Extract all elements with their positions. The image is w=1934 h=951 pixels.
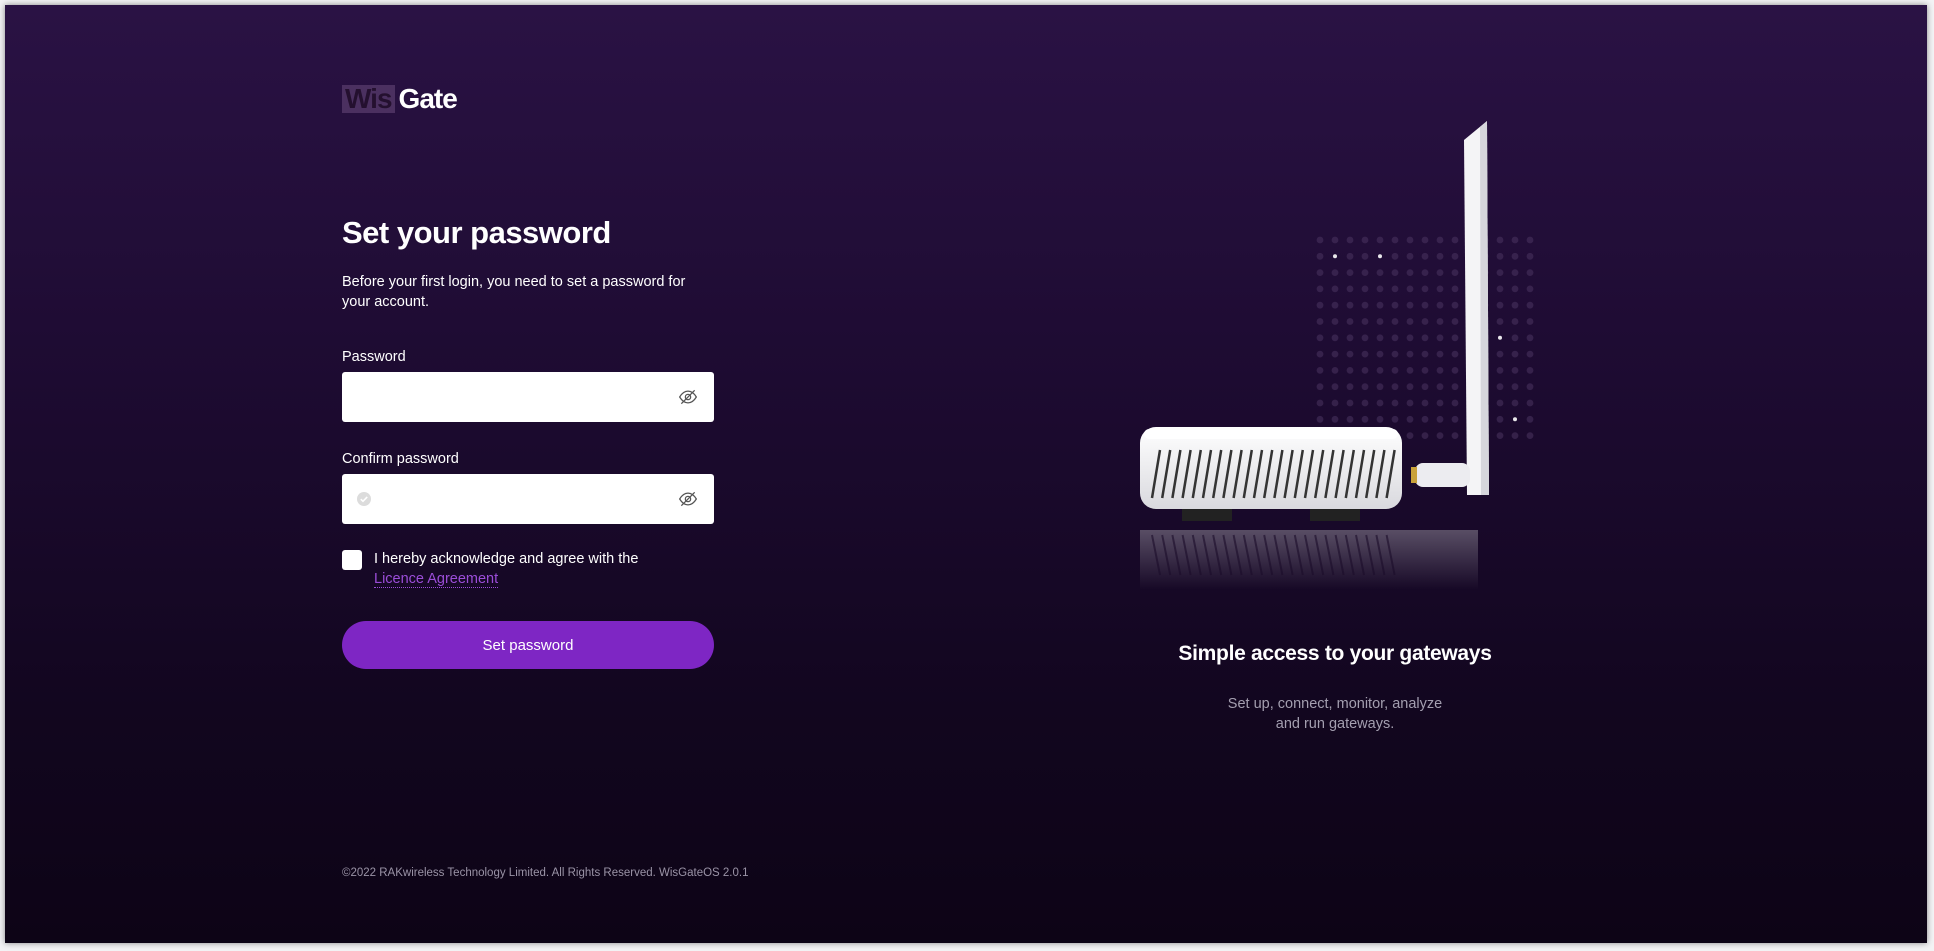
hero-subtitle-line-2: and run gateways. xyxy=(1275,716,1395,732)
gateway-illustration xyxy=(1140,121,1534,590)
hero-title: Simple access to your gateways xyxy=(1178,642,1492,665)
licence-agreement-link[interactable]: Licence Agreement xyxy=(374,571,499,588)
eye-off-icon[interactable] xyxy=(678,489,698,509)
eye-off-icon[interactable] xyxy=(678,387,698,407)
agree-checkbox[interactable] xyxy=(342,550,362,570)
agreement-text-block: I hereby acknowledge and agree with the … xyxy=(374,549,638,589)
set-password-button[interactable]: Set password xyxy=(342,621,714,669)
app-window: Wis Gate Set your password Before your f… xyxy=(5,5,1927,943)
confirm-password-field-wrapper xyxy=(342,474,714,524)
page-title: Set your password xyxy=(342,215,611,250)
password-field-wrapper xyxy=(342,372,714,422)
agreement-text: I hereby acknowledge and agree with the xyxy=(374,551,639,567)
logo-gate: Gate xyxy=(398,83,458,114)
password-label: Password xyxy=(342,349,406,365)
hero-subtitle: Set up, connect, monitor, analyze and ru… xyxy=(1035,694,1635,734)
wisgate-logo: Wis Gate xyxy=(342,83,458,114)
confirm-password-input[interactable] xyxy=(342,474,674,522)
intro-text: Before your first login, you need to set… xyxy=(342,274,686,310)
hero-subtitle-line-1: Set up, connect, monitor, analyze xyxy=(1227,696,1443,712)
password-input[interactable] xyxy=(342,372,674,420)
dot-grid-pattern xyxy=(1316,236,1534,439)
confirm-password-label: Confirm password xyxy=(342,451,459,467)
agreement-row: I hereby acknowledge and agree with the … xyxy=(342,549,638,589)
logo-wis: Wis xyxy=(342,85,395,113)
footer-copyright: ©2022 RAKwireless Technology Limited. Al… xyxy=(342,867,749,879)
check-circle-icon xyxy=(357,492,371,506)
